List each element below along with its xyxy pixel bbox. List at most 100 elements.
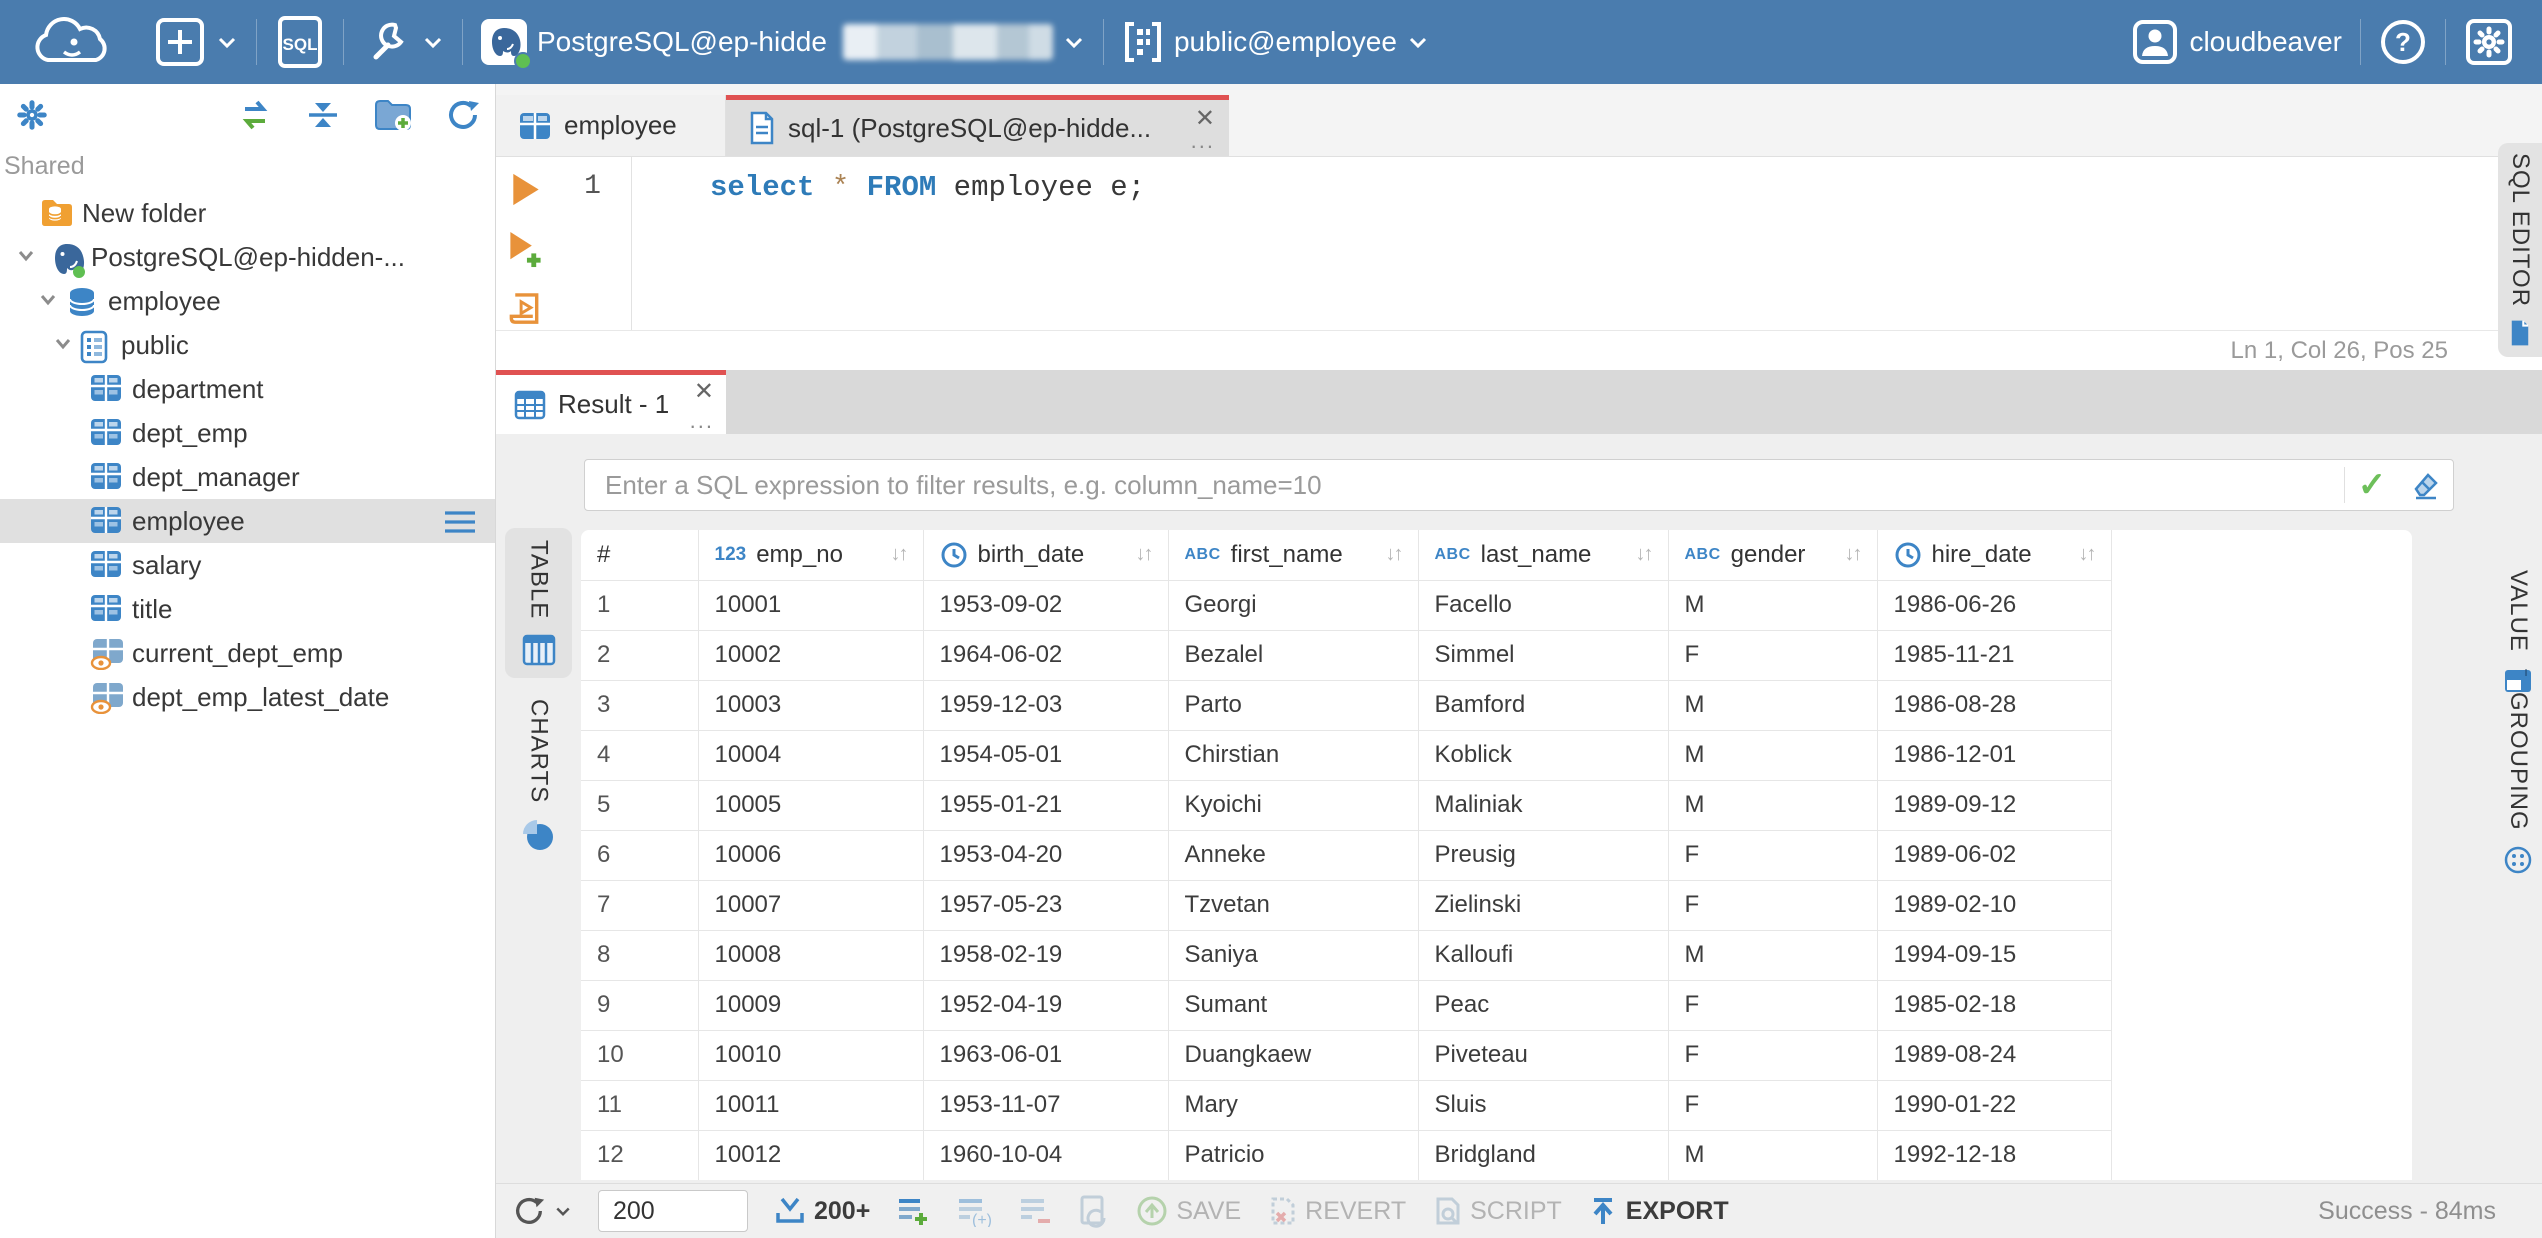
data-cell[interactable]: 10010 xyxy=(697,1029,924,1081)
data-cell[interactable]: 1986-08-28 xyxy=(1876,679,2112,731)
data-cell[interactable]: 1985-11-21 xyxy=(1876,629,2112,681)
data-cell[interactable]: 10012 xyxy=(697,1129,924,1180)
data-cell[interactable]: 1953-04-20 xyxy=(922,829,1169,881)
row-index-cell[interactable]: 1 xyxy=(581,579,699,631)
save-button[interactable]: SAVE xyxy=(1136,1195,1241,1227)
data-cell[interactable]: 1989-09-12 xyxy=(1876,779,2112,831)
tree-item-department[interactable]: department xyxy=(0,367,495,411)
row-menu-icon[interactable] xyxy=(443,509,477,540)
row-index-cell[interactable]: 12 xyxy=(581,1129,699,1180)
tab-value-panel[interactable]: VALUE I xyxy=(2497,570,2539,694)
table-row[interactable]: 4 10004 1954-05-01 Chirstian Koblick M 1986-12… xyxy=(581,729,2112,781)
add-row-button[interactable] xyxy=(896,1195,930,1227)
data-cell[interactable]: Maliniak xyxy=(1417,779,1669,831)
data-cell[interactable]: Saniya xyxy=(1167,929,1419,981)
data-cell[interactable]: F xyxy=(1667,979,1878,1031)
tab-grouping-panel[interactable]: GROUPING xyxy=(2497,692,2539,875)
data-cell[interactable]: Facello xyxy=(1417,579,1669,631)
tree-item-employee[interactable]: employee xyxy=(0,499,495,543)
data-cell[interactable]: 10009 xyxy=(697,979,924,1031)
column-header-gender[interactable]: ABC gender ↓↑ xyxy=(1667,530,1878,581)
table-row[interactable]: 3 10003 1959-12-03 Parto Bamford M 1986-08-28 xyxy=(581,679,2112,731)
row-index-cell[interactable]: 2 xyxy=(581,629,699,681)
table-row[interactable]: 1 10001 1953-09-02 Georgi Facello M 1986-06-26 xyxy=(581,579,2112,631)
row-index-cell[interactable]: 9 xyxy=(581,979,699,1031)
row-index-cell[interactable]: 7 xyxy=(581,879,699,931)
schema-selector[interactable]: public@employee xyxy=(1122,20,1429,64)
tree-item-employee[interactable]: employee xyxy=(0,279,495,323)
help-button[interactable]: ? xyxy=(2379,18,2427,66)
sort-icon[interactable]: ↓↑ xyxy=(1636,543,1654,566)
collapse-all-icon[interactable] xyxy=(305,98,341,132)
script-button[interactable]: SCRIPT xyxy=(1432,1195,1562,1227)
data-cell[interactable]: Bezalel xyxy=(1167,629,1419,681)
tree-item-title[interactable]: title xyxy=(0,587,495,631)
sort-icon[interactable]: ↓↑ xyxy=(1386,543,1404,566)
table-row[interactable]: 11 10011 1953-11-07 Mary Sluis F 1990-01-22 xyxy=(581,1079,2112,1131)
data-cell[interactable]: M xyxy=(1667,1129,1878,1180)
column-header-hire_date[interactable]: hire_date ↓↑ xyxy=(1876,530,2112,581)
tab-sql-1[interactable]: sql-1 (PostgreSQL@ep-hidde... ✕ ... xyxy=(726,95,1229,156)
data-cell[interactable]: Chirstian xyxy=(1167,729,1419,781)
close-tab-icon[interactable]: ✕ xyxy=(694,377,714,406)
delete-row-button[interactable] xyxy=(1018,1195,1052,1227)
data-cell[interactable]: 1986-12-01 xyxy=(1876,729,2112,781)
data-cell[interactable]: M xyxy=(1667,679,1878,731)
expand-chevron-icon[interactable] xyxy=(36,287,60,316)
column-header-last_name[interactable]: ABC last_name ↓↑ xyxy=(1417,530,1669,581)
data-cell[interactable]: 10006 xyxy=(697,829,924,881)
data-cell[interactable]: 1952-04-19 xyxy=(922,979,1169,1031)
data-cell[interactable]: 1990-01-22 xyxy=(1876,1079,2112,1131)
data-cell[interactable]: M xyxy=(1667,929,1878,981)
data-cell[interactable]: Kyoichi xyxy=(1167,779,1419,831)
data-cell[interactable]: 1953-09-02 xyxy=(922,579,1169,631)
row-index-cell[interactable]: 5 xyxy=(581,779,699,831)
data-cell[interactable]: F xyxy=(1667,629,1878,681)
execute-query-icon[interactable] xyxy=(508,171,542,208)
connection-selector[interactable]: PostgreSQL@ep-hidde xyxy=(481,19,1085,70)
data-cell[interactable]: F xyxy=(1667,829,1878,881)
export-button[interactable]: EXPORT xyxy=(1588,1195,1729,1227)
data-cell[interactable]: 10007 xyxy=(697,879,924,931)
settings-button[interactable] xyxy=(2464,17,2514,67)
row-limit-input[interactable] xyxy=(598,1190,748,1232)
new-folder-icon[interactable] xyxy=(373,98,413,132)
data-cell[interactable]: Kalloufi xyxy=(1417,929,1669,981)
data-cell[interactable]: 1960-10-04 xyxy=(922,1129,1169,1180)
fetch-more-button[interactable]: 200+ xyxy=(774,1195,870,1227)
table-row[interactable]: 12 10012 1960-10-04 Patricio Bridgland M 1992-… xyxy=(581,1129,2112,1180)
sidebar-settings-gear-icon[interactable] xyxy=(14,97,50,133)
tab-employee[interactable]: employee xyxy=(496,95,726,156)
column-header-birth_date[interactable]: birth_date ↓↑ xyxy=(922,530,1169,581)
data-cell[interactable]: 1985-02-18 xyxy=(1876,979,2112,1031)
tree-item-postgresql-ep-hidden-[interactable]: PostgreSQL@ep-hidden-... xyxy=(0,235,495,279)
data-cell[interactable]: 1959-12-03 xyxy=(922,679,1169,731)
row-index-cell[interactable]: 8 xyxy=(581,929,699,981)
tab-table-view[interactable]: TABLE xyxy=(505,528,572,678)
table-row[interactable]: 10 10010 1963-06-01 Duangkaew Piveteau F 1989-… xyxy=(581,1029,2112,1081)
cloudbeaver-logo[interactable] xyxy=(26,12,114,72)
data-cell[interactable]: Tzvetan xyxy=(1167,879,1419,931)
data-cell[interactable]: F xyxy=(1667,1079,1878,1131)
data-cell[interactable]: Sluis xyxy=(1417,1079,1669,1131)
data-cell[interactable]: Bamford xyxy=(1417,679,1669,731)
data-cell[interactable]: 1955-01-21 xyxy=(922,779,1169,831)
data-cell[interactable]: Georgi xyxy=(1167,579,1419,631)
data-cell[interactable]: Sumant xyxy=(1167,979,1419,1031)
data-cell[interactable]: Anneke xyxy=(1167,829,1419,881)
data-cell[interactable]: 1989-02-10 xyxy=(1876,879,2112,931)
data-cell[interactable]: 1989-08-24 xyxy=(1876,1029,2112,1081)
data-cell[interactable]: 1957-05-23 xyxy=(922,879,1169,931)
sql-code-line[interactable]: select * FROM employee e; xyxy=(632,157,2542,330)
data-cell[interactable]: Parto xyxy=(1167,679,1419,731)
duplicate-row-button[interactable]: (+) xyxy=(956,1195,992,1227)
table-row[interactable]: 6 10006 1953-04-20 Anneke Preusig F 1989-06-02 xyxy=(581,829,2112,881)
row-index-cell[interactable]: 11 xyxy=(581,1079,699,1131)
data-cell[interactable]: 1963-06-01 xyxy=(922,1029,1169,1081)
refresh-icon[interactable] xyxy=(445,97,481,133)
table-row[interactable]: 8 10008 1958-02-19 Saniya Kalloufi M 1994-09-1… xyxy=(581,929,2112,981)
tree-item-dept-emp[interactable]: dept_emp xyxy=(0,411,495,455)
tree-item-new-folder[interactable]: New folder xyxy=(0,191,495,235)
sql-editor-button[interactable]: SQL xyxy=(275,15,325,69)
data-cell[interactable]: F xyxy=(1667,879,1878,931)
